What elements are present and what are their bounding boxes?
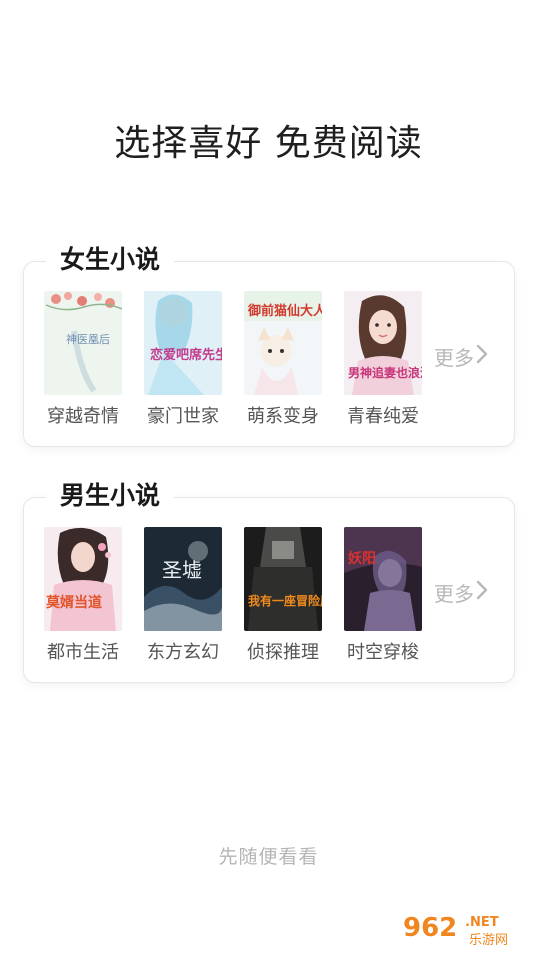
- male-more-link[interactable]: 更多: [434, 578, 488, 607]
- skip-browse-button[interactable]: 先随便看看: [0, 842, 537, 869]
- cover-title-text: 男神追妻也浪漫: [348, 365, 422, 380]
- book-cover: 神医凰后: [44, 291, 122, 395]
- book-label: 东方玄幻: [147, 642, 219, 663]
- female-section-title: 女生小说: [46, 240, 175, 280]
- male-section-title: 男生小说: [46, 476, 175, 516]
- watermark-tld: .NET: [465, 915, 499, 930]
- cover-title-text: 神医凰后: [66, 332, 110, 346]
- page-headline: 选择喜好 免费阅读: [114, 123, 423, 164]
- book-cover: 御前猫仙大人: [244, 291, 322, 395]
- chevron-right-icon: [476, 580, 488, 605]
- book-label: 豪门世家: [147, 406, 219, 427]
- male-novels-section: 男生小说 莫婿当道 都市生活 圣墟 东方玄幻 我有一座冒险 侦探推理 妖阳 时空…: [23, 476, 515, 683]
- cover-title-text: 莫婿当道: [45, 594, 102, 611]
- chevron-right-icon: [476, 344, 488, 369]
- female-novels-section: 女生小说 神医凰后 穿越奇情 恋爱吧席先生 豪门世家 御前猫仙大人 萌系变身 男…: [23, 240, 515, 447]
- book-cover: 我有一座冒险屋: [244, 527, 322, 631]
- book-label: 时空穿梭: [347, 642, 419, 663]
- watermark-site: 乐游网: [469, 933, 508, 948]
- cover-title-text: 妖阳: [348, 550, 376, 567]
- cover-title-text: 圣墟: [162, 558, 202, 582]
- male-book-list: 莫婿当道 都市生活 圣墟 东方玄幻 我有一座冒险 侦探推理 妖阳 时空穿梭: [44, 527, 434, 677]
- book-label: 都市生活: [47, 642, 119, 663]
- cover-title-text: 御前猫仙大人: [247, 303, 322, 319]
- cover-title-text: 我有一座冒险屋: [248, 593, 322, 608]
- site-watermark-logo: 962 .NET 乐游网: [399, 904, 531, 950]
- book-dushi-shenghuo[interactable]: 莫婿当道 都市生活: [44, 527, 126, 665]
- book-label: 侦探推理: [247, 642, 319, 663]
- watermark-number: 962: [403, 913, 457, 943]
- female-more-link[interactable]: 更多: [434, 342, 488, 371]
- book-label: 穿越奇情: [47, 406, 119, 427]
- female-book-list: 神医凰后 穿越奇情 恋爱吧席先生 豪门世家 御前猫仙大人 萌系变身 男神追妻也浪…: [44, 291, 434, 441]
- more-label: 更多: [434, 346, 474, 370]
- book-cover: 男神追妻也浪漫: [344, 291, 422, 395]
- book-shikong-chuansuo[interactable]: 妖阳 时空穿梭: [344, 527, 426, 665]
- book-mengxi-bianshen[interactable]: 御前猫仙大人 萌系变身: [244, 291, 326, 429]
- book-dongfang-xuanhuan[interactable]: 圣墟 东方玄幻: [144, 527, 226, 665]
- more-label: 更多: [434, 582, 474, 606]
- book-cover: 妖阳: [344, 527, 422, 631]
- cover-title-text: 恋爱吧席先生: [150, 347, 222, 363]
- book-label: 萌系变身: [247, 406, 319, 427]
- book-chuanyue-qiqing[interactable]: 神医凰后 穿越奇情: [44, 291, 126, 429]
- book-zhentan-tuili[interactable]: 我有一座冒险屋 侦探推理: [244, 527, 326, 665]
- book-qingchun-chunai[interactable]: 男神追妻也浪漫 青春纯爱: [344, 291, 426, 429]
- book-haomen-shijia[interactable]: 恋爱吧席先生 豪门世家: [144, 291, 226, 429]
- book-label: 青春纯爱: [347, 406, 419, 427]
- book-cover: 圣墟: [144, 527, 222, 631]
- book-cover: 莫婿当道: [44, 527, 122, 631]
- book-cover: 恋爱吧席先生: [144, 291, 222, 395]
